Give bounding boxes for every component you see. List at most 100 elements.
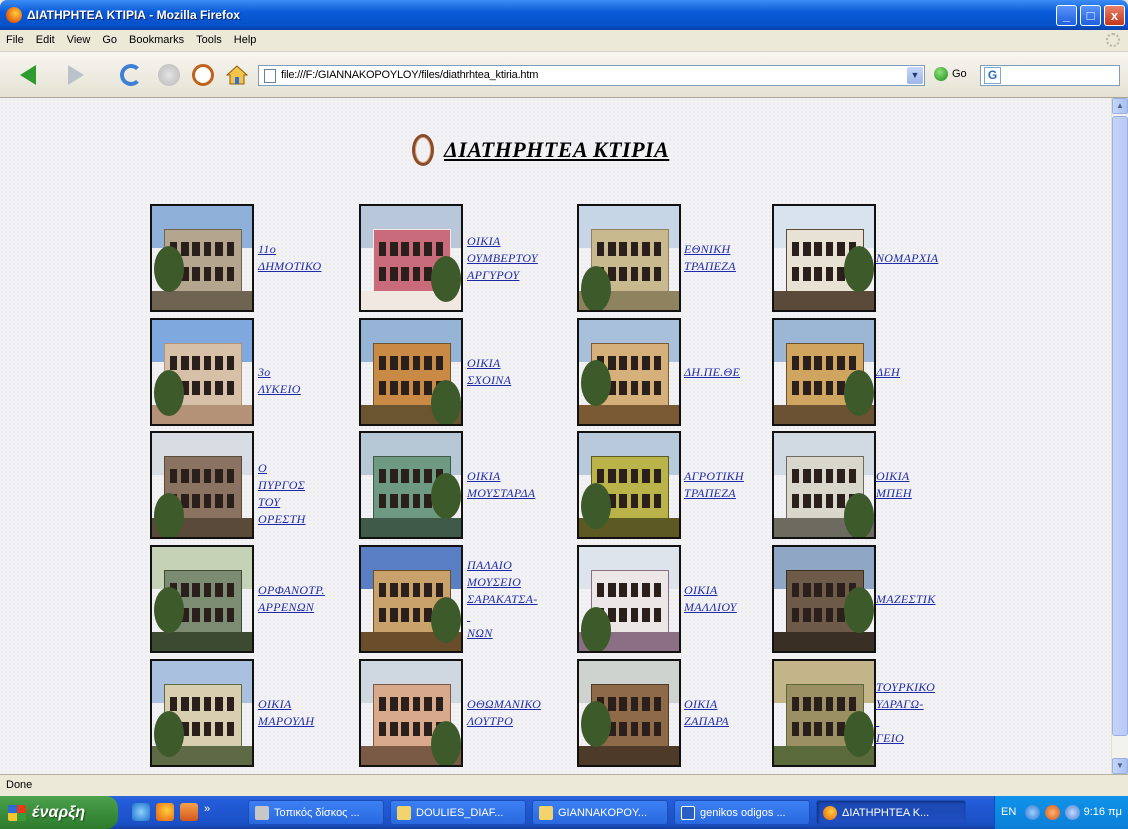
task-genikos[interactable]: genikos odigos ... (674, 800, 810, 825)
vertical-scrollbar[interactable]: ▲ ▼ (1111, 98, 1128, 774)
menu-bar: File Edit View Go Bookmarks Tools Help (0, 30, 1128, 52)
building-link[interactable]: ΟΡΦΑΝΟΤΡ. ΑΡΡΕΝΩΝ (258, 582, 325, 616)
building-link[interactable]: ΔΕΗ (876, 364, 900, 381)
ring-ornament-icon (412, 134, 434, 166)
building-link-line: ΠΑΛΑΙΟ (467, 558, 513, 572)
building-photo[interactable] (150, 431, 254, 539)
building-link[interactable]: ΟΙΚΙΑ ΖΑΠΑΡΑ (684, 696, 729, 730)
maximize-button[interactable]: □ (1080, 5, 1101, 26)
task-giannakopoy[interactable]: GIANNAKOPOY... (532, 800, 668, 825)
building-photo[interactable] (577, 204, 681, 312)
search-box[interactable]: G (980, 65, 1120, 86)
firefox-icon (6, 7, 22, 23)
building-link[interactable]: ΠΑΛΑΙΟ ΜΟΥΣΕΙΟ ΣΑΡΑΚΑΤΣΑ- ΝΩΝ (467, 557, 538, 642)
back-button[interactable] (14, 62, 42, 88)
building-photo[interactable] (577, 431, 681, 539)
heading-link[interactable]: ΔΙΑΤΗΡΗΤΕΑ ΚΤΙΡΙΑ (444, 137, 669, 163)
firefox-quicklaunch-icon[interactable] (156, 803, 174, 821)
building-photo[interactable] (772, 318, 876, 426)
overflow-icon[interactable]: » (204, 803, 210, 821)
menu-file[interactable]: File (0, 30, 30, 50)
building-photo[interactable] (359, 431, 463, 539)
building-link-line: ΥΔΡΑΓΩ- (876, 697, 924, 711)
building-link[interactable]: ΟΙΚΙΑ ΜΑΡΟΥΛΗ (258, 696, 314, 730)
history-icon (192, 64, 214, 86)
building-link-line: ΤΟΥ (258, 495, 281, 509)
building-link[interactable]: ΟΘΩΜΑΝΙΚΟ ΛΟΥΤΡΟ (467, 696, 541, 730)
back-icon (20, 65, 36, 85)
building-link[interactable]: ΟΙΚΙΑ ΜΠΕΗ (876, 468, 912, 502)
network-icon[interactable] (1025, 805, 1040, 820)
reload-button[interactable] (118, 62, 144, 88)
history-button[interactable] (190, 62, 216, 88)
volume-icon[interactable] (1065, 805, 1080, 820)
status-text: Done (6, 779, 33, 791)
building-link[interactable]: ΑΓΡΟΤΙΚΗ ΤΡΑΠΕΖΑ (684, 468, 744, 502)
clock: 9:16 πμ (1083, 806, 1122, 818)
building-photo[interactable] (150, 318, 254, 426)
building-photo[interactable] (150, 659, 254, 767)
language-indicator[interactable]: EN (1001, 806, 1016, 818)
building-link[interactable]: ΝΟΜΑΡΧΙΑ (876, 250, 938, 267)
menu-go[interactable]: Go (96, 30, 123, 50)
building-photo[interactable] (772, 431, 876, 539)
close-button[interactable]: x (1104, 5, 1125, 26)
building-link-line: ΟΙΚΙΑ (258, 697, 292, 711)
building-link-line: ΟΥΜΒΕΡΤΟΥ (467, 251, 538, 265)
ie-icon[interactable] (132, 803, 150, 821)
scroll-up-icon[interactable]: ▲ (1112, 98, 1128, 114)
minimize-button[interactable]: _ (1056, 5, 1077, 26)
building-link[interactable]: ΜΑΖΕΣΤΙΚ (876, 591, 936, 608)
building-link[interactable]: Ο ΠΥΡΓΟΣ ΤΟΥ ΟΡΕΣΤΗ (258, 460, 306, 528)
building-link[interactable]: ΟΙΚΙΑ ΜΑΛΛΙΟΥ (684, 582, 737, 616)
building-link-line: ΔΗΜΟΤΙΚΟ (258, 259, 322, 273)
task-firefox[interactable]: ΔΙΑΤΗΡΗΤΕΑ Κ... (816, 800, 966, 825)
building-photo[interactable] (577, 659, 681, 767)
scroll-thumb[interactable] (1112, 116, 1128, 736)
start-button[interactable]: έναρξη (0, 796, 118, 829)
building-photo[interactable] (577, 318, 681, 426)
building-link-line: ΟΙΚΙΑ (684, 697, 718, 711)
building-photo[interactable] (772, 204, 876, 312)
building-link[interactable]: ΔΗ.ΠΕ.ΘΕ (684, 364, 740, 381)
building-link[interactable]: ΕΘΝΙΚΗ ΤΡΑΠΕΖΑ (684, 241, 736, 275)
task-doulies[interactable]: DOULIES_DIAF... (390, 800, 526, 825)
building-link[interactable]: 11ο ΔΗΜΟΤΙΚΟ (258, 241, 321, 275)
page-content: ΔΙΑΤΗΡΗΤΕΑ ΚΤΙΡΙΑ 11ο ΔΗΜΟΤΙΚΟ ΟΙΚΙΑ ΟΥΜΒΕΡ… (0, 98, 1111, 774)
building-photo[interactable] (359, 318, 463, 426)
menu-view[interactable]: View (61, 30, 97, 50)
building-photo[interactable] (150, 545, 254, 653)
building-photo[interactable] (772, 659, 876, 767)
building-photo[interactable] (577, 545, 681, 653)
building-link-line: ΑΡΓΥΡΟΥ (467, 268, 520, 282)
go-button[interactable]: Go (934, 67, 967, 81)
dropdown-icon[interactable]: ▼ (907, 67, 923, 84)
building-link[interactable]: ΟΙΚΙΑ ΣΧΟΙΝΑ (467, 355, 511, 389)
menu-tools[interactable]: Tools (190, 30, 228, 50)
menu-help[interactable]: Help (228, 30, 263, 50)
building-link[interactable]: ΟΙΚΙΑ ΟΥΜΒΕΡΤΟΥ ΑΡΓΥΡΟΥ (467, 233, 538, 284)
home-button[interactable] (224, 62, 250, 88)
building-link-line: ΜΑΖΕΣΤΙΚ (876, 592, 936, 606)
folder-icon (397, 805, 411, 820)
building-link[interactable]: ΤΟΥΡΚΙΚΟ ΥΔΡΑΓΩ- ΓΕΙΟ (876, 679, 935, 747)
forward-button[interactable] (62, 62, 90, 88)
home-icon (225, 65, 249, 85)
building-link[interactable]: ΟΙΚΙΑ ΜΟΥΣΤΑΡΔΑ (467, 468, 535, 502)
building-photo[interactable] (359, 659, 463, 767)
menu-bookmarks[interactable]: Bookmarks (123, 30, 190, 50)
task-local-disk[interactable]: Τοπικός δίσκος ... (248, 800, 384, 825)
building-photo[interactable] (772, 545, 876, 653)
building-photo[interactable] (150, 204, 254, 312)
menu-edit[interactable]: Edit (30, 30, 61, 50)
stop-button[interactable] (156, 62, 182, 88)
url-bar[interactable]: file:///F:/GIANNAKOPOYLOY/files/diathrht… (258, 65, 925, 86)
building-photo[interactable] (359, 545, 463, 653)
building-link[interactable]: 3ο ΛΥΚΕΙΟ (258, 364, 301, 398)
building-photo[interactable] (359, 204, 463, 312)
scroll-down-icon[interactable]: ▼ (1112, 758, 1128, 774)
shield-icon[interactable] (1045, 805, 1060, 820)
building-link-line: ΟΙΚΙΑ (467, 469, 501, 483)
office-icon[interactable] (180, 803, 198, 821)
title-bar[interactable]: ΔΙΑΤΗΡΗΤΕΑ ΚΤΙΡΙΑ - Mozilla Firefox _ □ … (0, 0, 1128, 30)
